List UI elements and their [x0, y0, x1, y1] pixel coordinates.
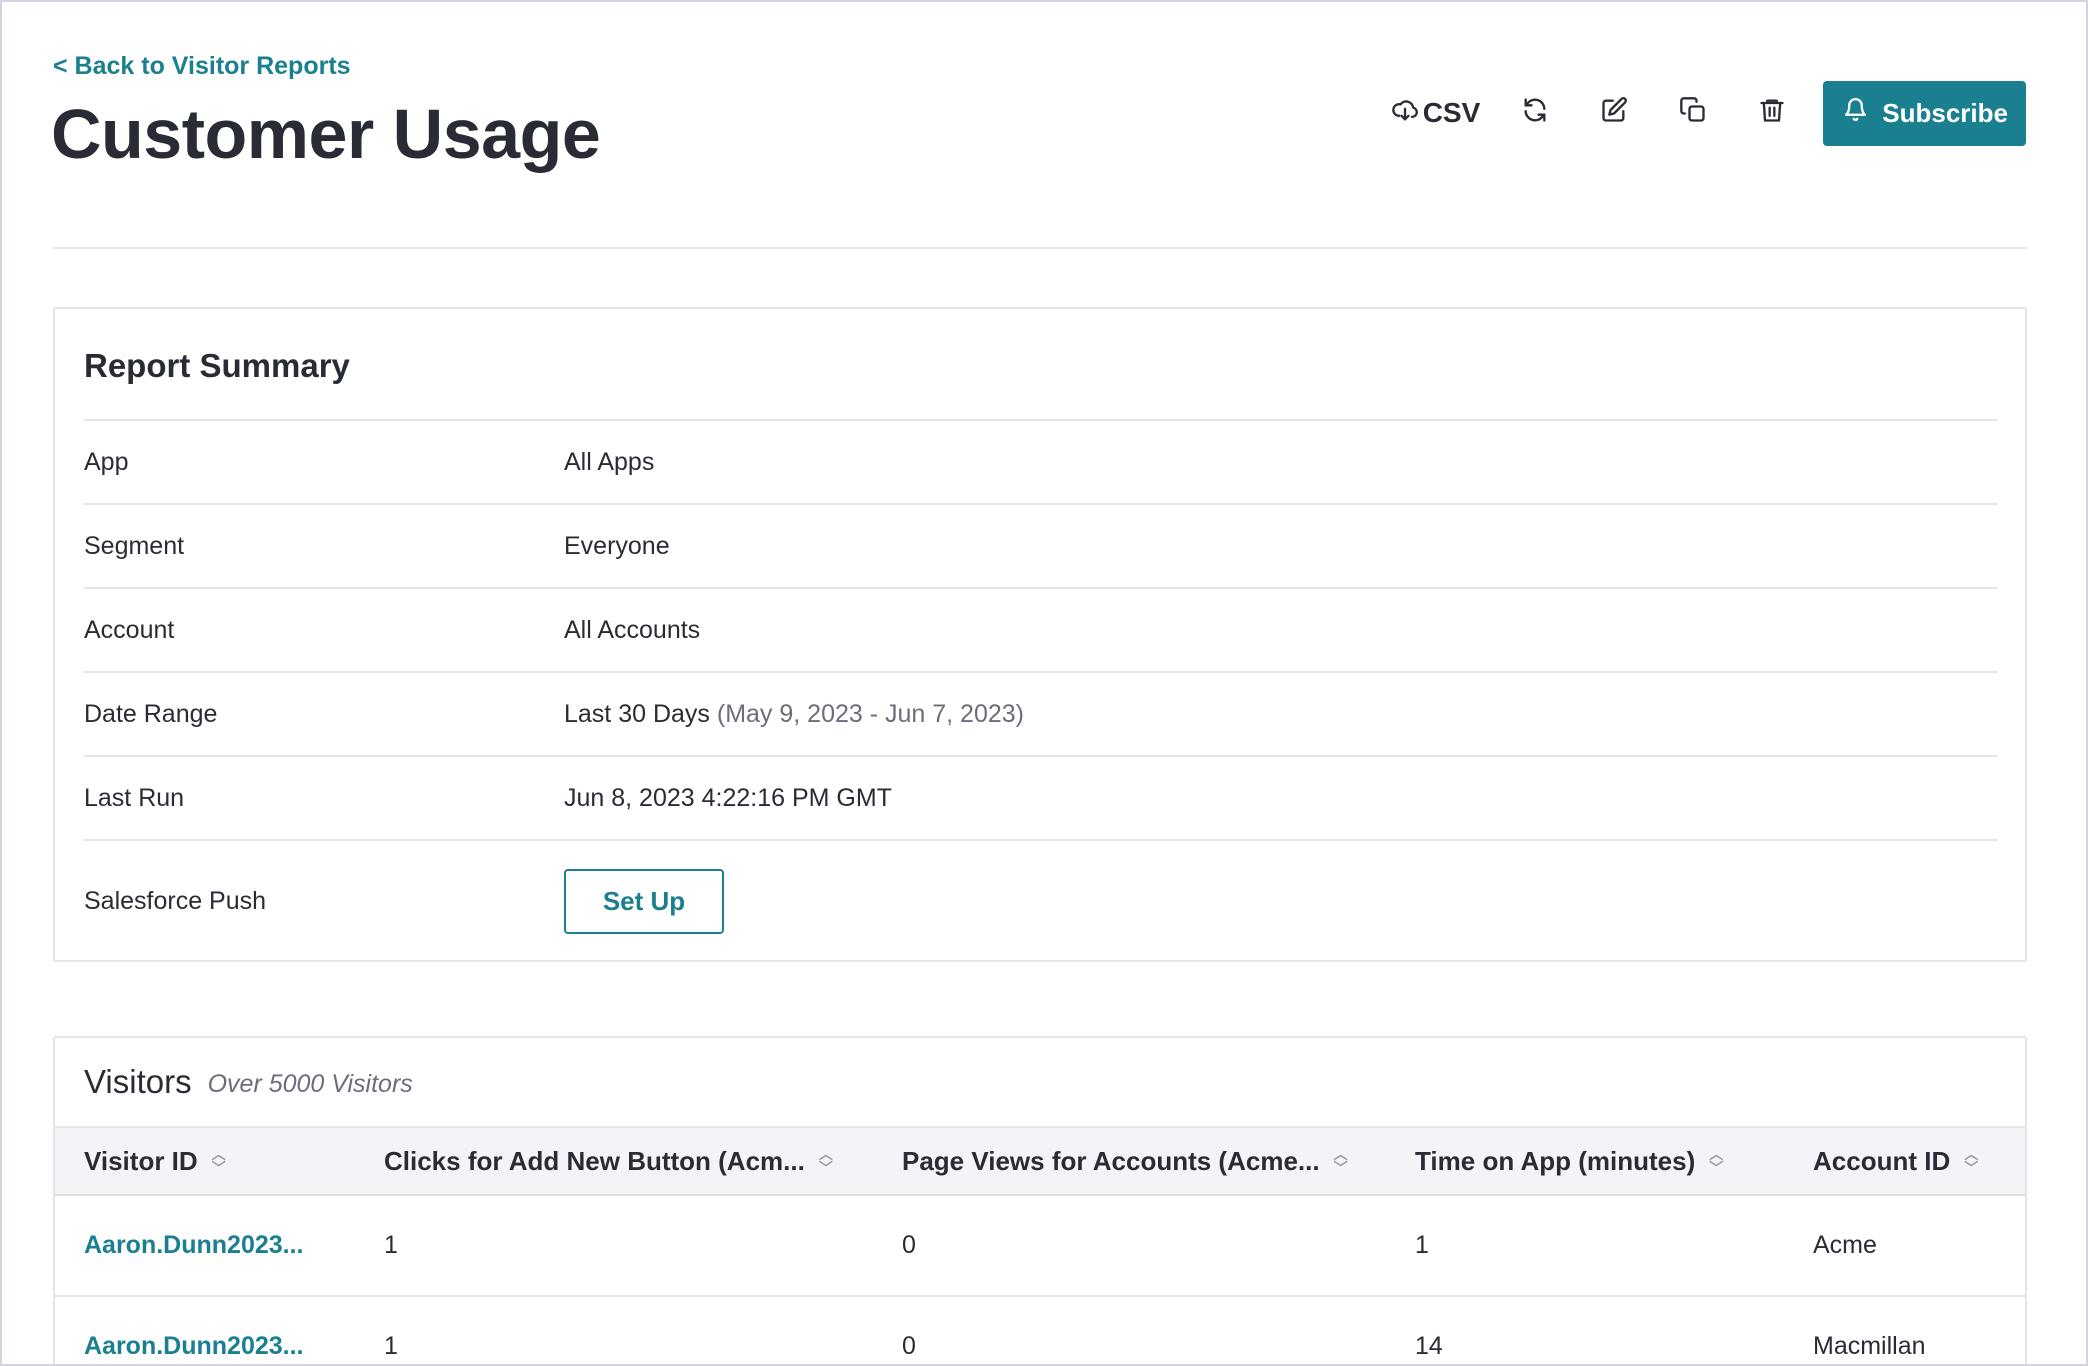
summary-label: App: [84, 447, 129, 476]
column-header-label: Time on App (minutes): [1415, 1145, 1696, 1176]
summary-value: All Apps: [564, 447, 655, 476]
table-row: Aaron.Dunn2023... 1 0 14 Macmillan: [55, 1296, 2025, 1364]
visitors-count: Over 5000 Visitors: [207, 1069, 413, 1098]
refresh-button[interactable]: [1511, 89, 1559, 137]
back-to-visitor-reports-link[interactable]: < Back to Visitor Reports: [53, 52, 351, 81]
cloud-download-icon: [1391, 96, 1419, 131]
time-on-app-cell: 14: [1415, 1332, 1443, 1360]
column-header-label: Visitor ID: [84, 1145, 198, 1176]
summary-value: Everyone: [564, 531, 670, 560]
visitors-header: Visitors Over 5000 Visitors: [55, 1038, 2025, 1126]
column-header-account-id[interactable]: Account ID ︿ ﹀: [1784, 1127, 2025, 1195]
summary-value: Jun 8, 2023 4:22:16 PM GMT: [564, 783, 892, 812]
visitor-id-link[interactable]: Aaron.Dunn2023...: [84, 1332, 304, 1360]
subscribe-button[interactable]: Subscribe: [1823, 80, 2026, 146]
page-views-cell: 0: [902, 1332, 916, 1360]
column-header-visitor-id[interactable]: Visitor ID ︿ ﹀: [55, 1127, 355, 1195]
trash-icon: [1758, 96, 1786, 131]
summary-row-segment: Segment Everyone: [84, 503, 1998, 587]
summary-row-account: Account All Accounts: [84, 587, 1998, 671]
copy-icon: [1679, 96, 1707, 131]
time-on-app-cell: 1: [1415, 1231, 1429, 1259]
column-header-page-views[interactable]: Page Views for Accounts (Acme... ︿ ﹀: [873, 1127, 1386, 1195]
salesforce-setup-button[interactable]: Set Up: [564, 868, 724, 934]
summary-row-last-run: Last Run Jun 8, 2023 4:22:16 PM GMT: [84, 755, 1998, 839]
report-summary-card: Report Summary App All Apps Segment Ever…: [53, 307, 2027, 962]
account-id-cell: Macmillan: [1813, 1332, 1926, 1360]
column-header-time-on-app[interactable]: Time on App (minutes) ︿ ﹀: [1386, 1127, 1784, 1195]
summary-value: Last 30 Days (May 9, 2023 - Jun 7, 2023): [564, 700, 1998, 729]
app-window: < Back to Visitor Reports Customer Usage…: [0, 0, 2088, 1366]
visitors-card: Visitors Over 5000 Visitors Visitor ID ︿…: [53, 1036, 2027, 1364]
sort-icon[interactable]: ︿ ﹀: [1334, 1147, 1348, 1175]
visitor-id-cell: Aaron.Dunn2023...: [55, 1195, 355, 1296]
summary-label: Salesforce Push: [84, 886, 267, 915]
bell-icon: [1843, 97, 1882, 129]
sort-icon[interactable]: ︿ ﹀: [819, 1147, 833, 1175]
account-id-cell: Acme: [1813, 1231, 1877, 1259]
summary-label: Segment: [84, 531, 185, 560]
visitor-id-link[interactable]: Aaron.Dunn2023...: [84, 1231, 304, 1259]
visitors-title: Visitors: [84, 1063, 192, 1100]
header-divider: [53, 247, 2027, 249]
summary-row-salesforce-push: Salesforce Push Set Up: [84, 839, 1998, 961]
csv-download-button[interactable]: CSV: [1391, 89, 1481, 137]
edit-icon: [1600, 96, 1628, 131]
summary-row-app: App All Apps: [84, 419, 1998, 503]
sort-icon[interactable]: ︿ ﹀: [1964, 1147, 1978, 1175]
table-row: Aaron.Dunn2023... 1 0 1 Acme: [55, 1195, 2025, 1296]
visitors-table: Visitor ID ︿ ﹀ Clicks for Add New Button …: [55, 1126, 2025, 1364]
edit-button[interactable]: [1590, 89, 1638, 137]
column-header-label: Page Views for Accounts (Acme...: [902, 1145, 1320, 1176]
visitor-id-cell: Aaron.Dunn2023...: [55, 1296, 355, 1364]
sort-icon[interactable]: ︿ ﹀: [1709, 1147, 1723, 1175]
date-range-value: Last 30 Days: [564, 699, 710, 728]
clicks-cell: 1: [384, 1231, 398, 1259]
copy-button[interactable]: [1669, 89, 1717, 137]
summary-value: All Accounts: [564, 615, 701, 644]
summary-label: Account: [84, 615, 175, 644]
summary-value: Set Up: [564, 868, 1998, 934]
clicks-cell: 1: [384, 1332, 398, 1360]
refresh-icon: [1521, 96, 1549, 131]
report-summary-title: Report Summary: [84, 347, 350, 384]
summary-row-date-range: Date Range Last 30 Days (May 9, 2023 - J…: [84, 671, 1998, 755]
page-views-cell: 0: [902, 1231, 916, 1259]
sort-icon[interactable]: ︿ ﹀: [212, 1147, 226, 1175]
date-range-detail: (May 9, 2023 - Jun 7, 2023): [716, 699, 1024, 728]
page-title: Customer Usage: [51, 95, 601, 173]
summary-rows: App All Apps Segment Everyone Account Al…: [84, 419, 1998, 961]
summary-label: Last Run: [84, 783, 185, 812]
delete-button[interactable]: [1748, 89, 1796, 137]
subscribe-label: Subscribe: [1882, 97, 2008, 128]
summary-label: Date Range: [84, 699, 218, 728]
column-header-label: Account ID: [1813, 1145, 1951, 1176]
csv-label: CSV: [1422, 97, 1481, 128]
column-header-label: Clicks for Add New Button (Acm...: [384, 1145, 805, 1176]
report-toolbar: CSV Subscribe: [1360, 80, 2026, 146]
column-header-clicks[interactable]: Clicks for Add New Button (Acm... ︿ ﹀: [355, 1127, 873, 1195]
table-header-row: Visitor ID ︿ ﹀ Clicks for Add New Button …: [55, 1127, 2025, 1195]
